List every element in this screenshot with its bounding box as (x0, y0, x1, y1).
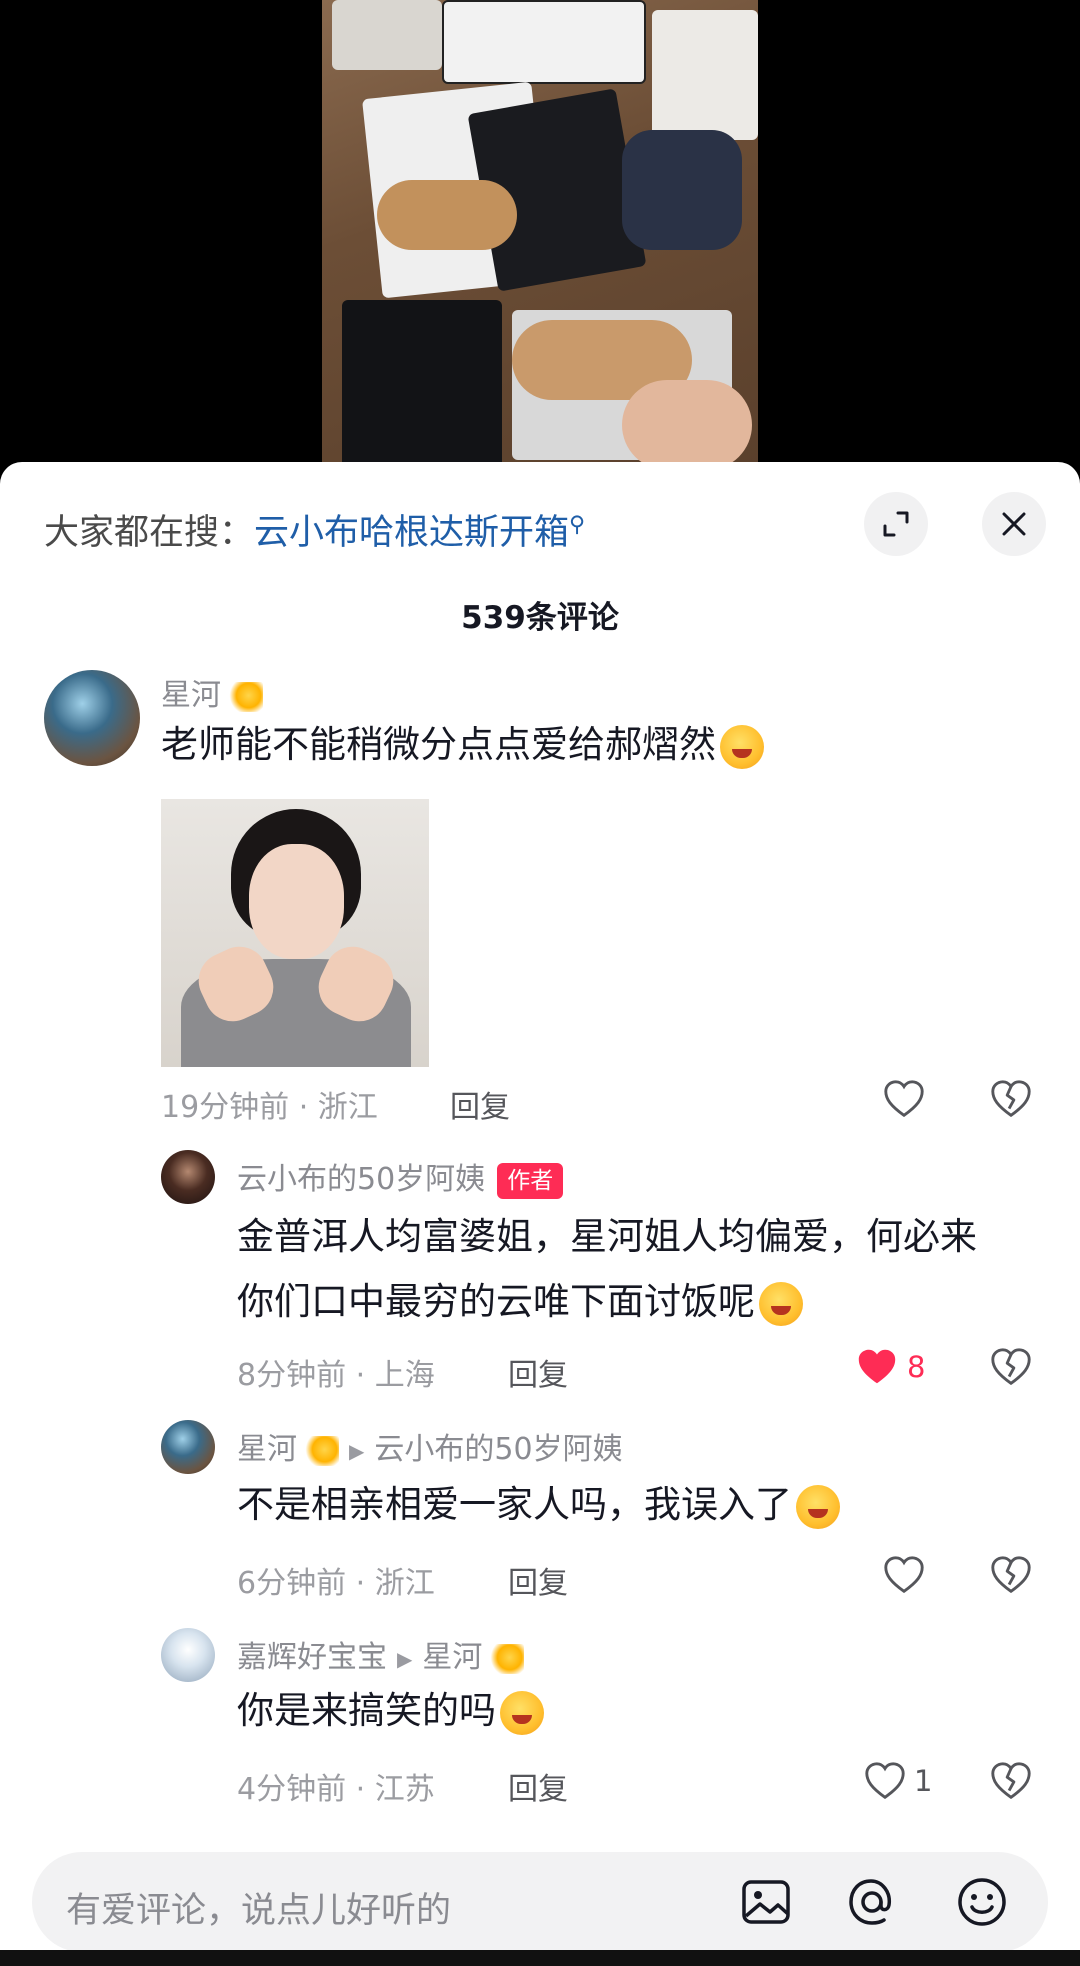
comment-text-line: 你们口中最穷的云唯下面讨饭呢 (237, 1269, 977, 1334)
avatar[interactable] (161, 1628, 215, 1682)
comment-text: 金普洱人均富婆姐，星河姐人均偏爱，何必来 你们口中最穷的云唯下面讨饭呢 (237, 1204, 977, 1334)
laughing-crying-emoji-icon (720, 724, 764, 769)
comment-input[interactable]: 有爱评论，说点儿好听的 (66, 1882, 451, 1933)
hand (622, 380, 752, 470)
shoe-bag (342, 300, 502, 470)
comment-text-line: 金普洱人均富婆姐，星河姐人均偏爱，何必来 (237, 1215, 977, 1258)
comment-text: 你是来搞笑的吗 (237, 1678, 544, 1743)
sparkle-emoji-icon (303, 1435, 339, 1466)
comment-text-content: 老师能不能稍微分点点爱给郝熠然 (161, 723, 716, 766)
comment-author[interactable]: 星河 (161, 670, 263, 714)
avatar[interactable] (44, 670, 140, 766)
comment-text-content: 你们口中最穷的云唯下面讨饭呢 (237, 1280, 755, 1323)
reply-button[interactable]: 回复 (450, 1082, 510, 1126)
shoe (622, 130, 742, 250)
comment-count: 539条评论 (461, 600, 619, 636)
search-suggestion-prefix: 大家都在搜： (44, 513, 255, 553)
shoe (377, 180, 517, 250)
search-suggestion-keyword[interactable]: 云小布哈根达斯开箱 (254, 513, 569, 553)
heart-filled-icon[interactable] (854, 1344, 900, 1390)
sparkle-emoji-icon (488, 1643, 525, 1674)
search-suggestion[interactable]: 大家都在搜：云小布哈根达斯开箱⚲ (44, 504, 585, 555)
reply-button[interactable]: 回复 (508, 1764, 568, 1808)
image-face (249, 844, 344, 959)
comment-image[interactable] (161, 799, 429, 1067)
reply-arrow-icon: ▶ (397, 1646, 413, 1671)
reply-to-name[interactable]: 星河 (422, 1640, 482, 1675)
comment-author-name: 云小布的50岁阿姨 (237, 1162, 486, 1197)
smirk-emoji-icon (759, 1281, 803, 1326)
avatar[interactable] (161, 1420, 215, 1474)
bottom-bar (0, 1950, 1080, 1966)
reply-arrow-icon: ▶ (349, 1438, 365, 1463)
shoe-box (652, 10, 758, 140)
comment-sheet: 大家都在搜：云小布哈根达斯开箱⚲ 539条评论 星河 老师能不能稍微分点点爱给郝… (0, 462, 1080, 1966)
shoe-box (442, 0, 646, 84)
broken-heart-icon[interactable] (988, 1758, 1034, 1804)
heart-icon[interactable] (881, 1076, 927, 1122)
emoji-icon[interactable] (954, 1874, 1010, 1930)
broken-heart-icon[interactable] (988, 1344, 1034, 1390)
close-button[interactable] (982, 492, 1046, 556)
expand-icon (883, 511, 909, 537)
comment-text-content: 不是相亲相爱一家人吗，我误入了 (237, 1483, 792, 1526)
comment-meta: 8分钟前 · 上海 (237, 1358, 435, 1393)
comment-input-bar[interactable]: 有爱评论，说点儿好听的 (32, 1852, 1048, 1952)
expand-button[interactable] (864, 492, 928, 556)
sparkle-emoji-icon (227, 681, 263, 712)
heart-icon[interactable] (881, 1552, 927, 1598)
like-count: 1 (914, 1764, 933, 1798)
comment-author[interactable]: 星河 ▶ 云小布的50岁阿姨 (237, 1424, 623, 1468)
author-badge: 作者 (497, 1162, 564, 1199)
thinking-emoji-icon (796, 1484, 840, 1529)
avatar[interactable] (161, 1150, 215, 1204)
video-preview[interactable] (322, 0, 758, 470)
shoe-box (332, 0, 442, 70)
mention-icon[interactable] (844, 1874, 900, 1930)
comment-meta: 4分钟前 · 江苏 (237, 1772, 435, 1807)
broken-heart-icon[interactable] (988, 1076, 1034, 1122)
comment-author[interactable]: 云小布的50岁阿姨 作者 (237, 1154, 564, 1199)
comment-meta: 6分钟前 · 浙江 (237, 1566, 435, 1601)
comment-author[interactable]: 嘉辉好宝宝 ▶ 星河 (237, 1632, 525, 1676)
image-icon[interactable] (738, 1874, 794, 1930)
comment-author-name: 嘉辉好宝宝 (237, 1640, 387, 1675)
comment-text: 老师能不能稍微分点点爱给郝熠然 (161, 712, 764, 777)
heart-icon[interactable] (862, 1758, 908, 1804)
laughing-crying-emoji-icon (500, 1690, 544, 1735)
like-count: 8 (907, 1350, 926, 1384)
reply-button[interactable]: 回复 (508, 1558, 568, 1602)
search-icon: ⚲ (569, 512, 586, 538)
reply-button[interactable]: 回复 (508, 1350, 568, 1394)
reply-to-name[interactable]: 云小布的50岁阿姨 (374, 1432, 622, 1467)
comment-text: 不是相亲相爱一家人吗，我误入了 (237, 1472, 840, 1537)
comment-meta: 19分钟前 · 浙江 (161, 1090, 378, 1125)
comment-author-name: 星河 (161, 678, 221, 713)
close-icon (1002, 512, 1026, 536)
broken-heart-icon[interactable] (988, 1552, 1034, 1598)
comment-text-content: 你是来搞笑的吗 (237, 1689, 496, 1732)
comment-author-name: 星河 (237, 1432, 297, 1467)
